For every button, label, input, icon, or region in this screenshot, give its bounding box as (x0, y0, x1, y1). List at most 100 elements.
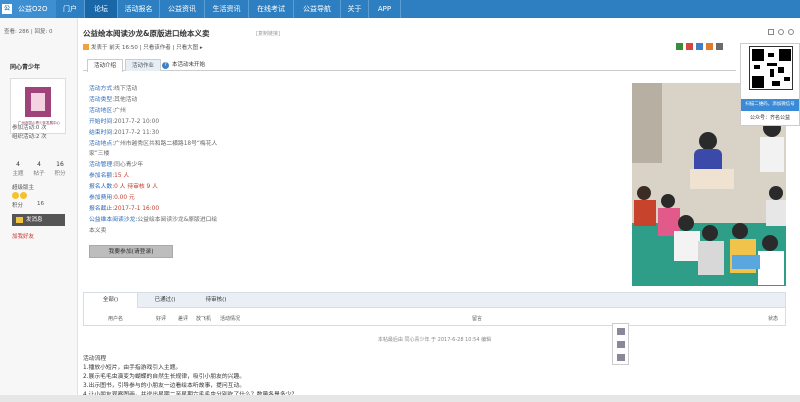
send-message-button[interactable]: 发消息 (12, 214, 65, 226)
nav-item-events[interactable]: 活动报名 (118, 0, 160, 18)
author-name[interactable]: 同心青少年 (10, 62, 40, 71)
points-label-2: 积分 (12, 203, 24, 209)
info-key: 结束时间: (89, 130, 115, 136)
posts-count[interactable]: 4 (31, 161, 47, 168)
page-title: 公益绘本阅读沙龙&原版进口绘本义卖 (83, 29, 210, 38)
comment-icon[interactable] (617, 328, 625, 335)
nav-item-about[interactable]: 关于 (341, 0, 369, 18)
posts-label: 帖子 (33, 171, 45, 177)
tab-all-participants[interactable]: 全部() (84, 293, 138, 308)
info-key: 公益维本阅读沙龙: (89, 217, 138, 223)
info-key: 活动方式: (89, 86, 115, 92)
qzone-icon[interactable] (706, 43, 713, 50)
print-icon[interactable] (768, 29, 774, 35)
col-activity: 活动情况 (220, 316, 241, 322)
copy-link[interactable]: [复制链接] (256, 30, 280, 37)
info-row: 活动管理:同心青少年 (89, 159, 143, 168)
threads-count[interactable]: 4 (10, 161, 26, 168)
list-icon[interactable] (617, 354, 625, 361)
info-value: 线下活动 (114, 86, 138, 92)
col-message: 留言 (472, 316, 483, 322)
activity-status: ? 本活动未开始 (162, 60, 205, 69)
nav-item-life-news[interactable]: 生活资讯 (205, 0, 249, 18)
site-logo[interactable]: 公 公益O2O (0, 0, 56, 18)
info-value: 本义卖 (89, 228, 107, 234)
user-icon (83, 44, 89, 50)
envelope-icon (16, 217, 23, 223)
info-icon: ? (162, 62, 169, 69)
logo-shape-inner (31, 93, 45, 111)
tab-approved[interactable]: 已通过() (138, 293, 192, 308)
flow-step-3: 3.出示图书，引导参与的小朋友一边看绘本听故事，提问互动。 (83, 383, 246, 389)
qr-code (749, 46, 793, 90)
horizontal-scrollbar[interactable] (0, 395, 800, 402)
logo-icon: 公 (2, 4, 12, 14)
info-row: 开始时间:2017-7-2 10:00 (89, 116, 159, 125)
threads-label: 主题 (12, 171, 24, 177)
only-large-image-link[interactable]: 只看大图 (176, 45, 198, 51)
info-value: 公益绘本阅读沙龙&原版进口绘 (137, 217, 218, 223)
add-friend-link[interactable]: 加我好友 (12, 232, 34, 240)
participants-tabs: 全部() 已通过() 待审核() (84, 293, 785, 308)
tab-activity-work[interactable]: 活动作业 (125, 59, 161, 71)
qq-icon[interactable] (696, 43, 703, 50)
info-row: 活动类型:其他活动 (89, 94, 137, 103)
top-navigation: 公 公益O2O 门户 论坛 活动报名 公益资讯 生活资讯 在线考试 公益导航 关… (0, 0, 800, 18)
only-author-link[interactable]: 只看该作者 (143, 45, 171, 51)
col-good: 好评 (156, 316, 167, 322)
tab-pending[interactable]: 待审核() (189, 293, 243, 308)
info-key: 报名人数: (89, 184, 115, 190)
info-value: 2017-7-2 10:00 (114, 119, 160, 125)
info-row: 公益维本阅读沙龙:公益绘本阅读沙龙&原版进口绘 (89, 214, 217, 223)
send-message-label: 发消息 (26, 217, 43, 223)
info-row: 活动地区:广州 (89, 105, 126, 114)
nav-item-charity-news[interactable]: 公益资讯 (160, 0, 205, 18)
post-meta: 发表于 前天 16:50 | 只看该作者 | 只看大图 ▸ (83, 43, 203, 51)
smile-icon (20, 192, 27, 199)
info-row: 活动方式:线下活动 (89, 83, 137, 92)
joined-events-count: 参加活动:0 次 (12, 125, 47, 131)
nav-item-portal[interactable]: 门户 (56, 0, 85, 18)
prev-icon[interactable] (778, 29, 784, 35)
info-row: 家”三楼 (89, 148, 109, 157)
nav-item-forum[interactable]: 论坛 (85, 0, 118, 18)
points-label: 积分 (54, 171, 66, 177)
more-share-icon[interactable] (716, 43, 723, 50)
user-rank: 超级版主 (12, 185, 35, 191)
info-row: 报名人数:0 人 待审核 9 人 (89, 181, 158, 190)
info-row: 结束时间:2017-7-2 11:30 (89, 127, 159, 136)
info-value: 同心青少年 (114, 162, 144, 168)
info-row: 参加费用:0.00 元 (89, 192, 135, 201)
logo-text: 公益O2O (18, 5, 48, 13)
tab-activity-info[interactable]: 活动介绍 (87, 59, 123, 72)
info-value: 2017-7-2 11:30 (114, 130, 160, 136)
info-value: 0.00 元 (114, 195, 135, 201)
points-value: 16 (37, 201, 44, 207)
weibo-icon[interactable] (686, 43, 693, 50)
points-count[interactable]: 16 (52, 161, 68, 168)
nav-item-charity-nav[interactable]: 公益导航 (294, 0, 341, 18)
top-icon[interactable] (617, 341, 625, 348)
flow-step-2: 2.展示毛毛虫演变为蝴蝶的自然生长规律，吸引小朋友的兴趣。 (83, 374, 246, 380)
participants-table: 全部() 已通过() 待审核() 用户名 好评 差评 放飞机 活动情况 留言 状… (83, 292, 786, 326)
nav-item-online-exam[interactable]: 在线考试 (249, 0, 294, 18)
info-row: 活动地点:广州市越秀区共和路二横路18号“梅花人 (89, 138, 217, 147)
col-status: 状态 (768, 316, 779, 322)
share-icon[interactable] (676, 43, 683, 50)
next-icon[interactable] (788, 29, 794, 35)
info-value: 2017-7-1 16:00 (114, 206, 160, 212)
col-noshow: 放飞机 (196, 316, 212, 322)
qr-banner: 扫描二维码，添加微信号 (741, 99, 799, 111)
flow-step-1: 1.播放小短片，由手指游戏引入主题。 (83, 365, 182, 371)
info-key: 报名截止: (89, 206, 115, 212)
edit-notice: 本帖最后由 同心青少年 于 2017-6-28 10:54 编辑 (377, 337, 492, 343)
join-activity-button[interactable]: 我要参加(请登录) (89, 245, 173, 258)
activity-status-text: 本活动未开始 (172, 62, 206, 68)
flow-title: 活动流程 (83, 356, 107, 362)
nav-item-app[interactable]: APP (369, 0, 401, 18)
smile-icon (12, 192, 19, 199)
info-row: 参加名额:15 人 (89, 170, 129, 179)
posted-time: 发表于 前天 16:50 (91, 45, 138, 51)
info-value: 其他活动 (114, 97, 138, 103)
info-key: 开始时间: (89, 119, 115, 125)
